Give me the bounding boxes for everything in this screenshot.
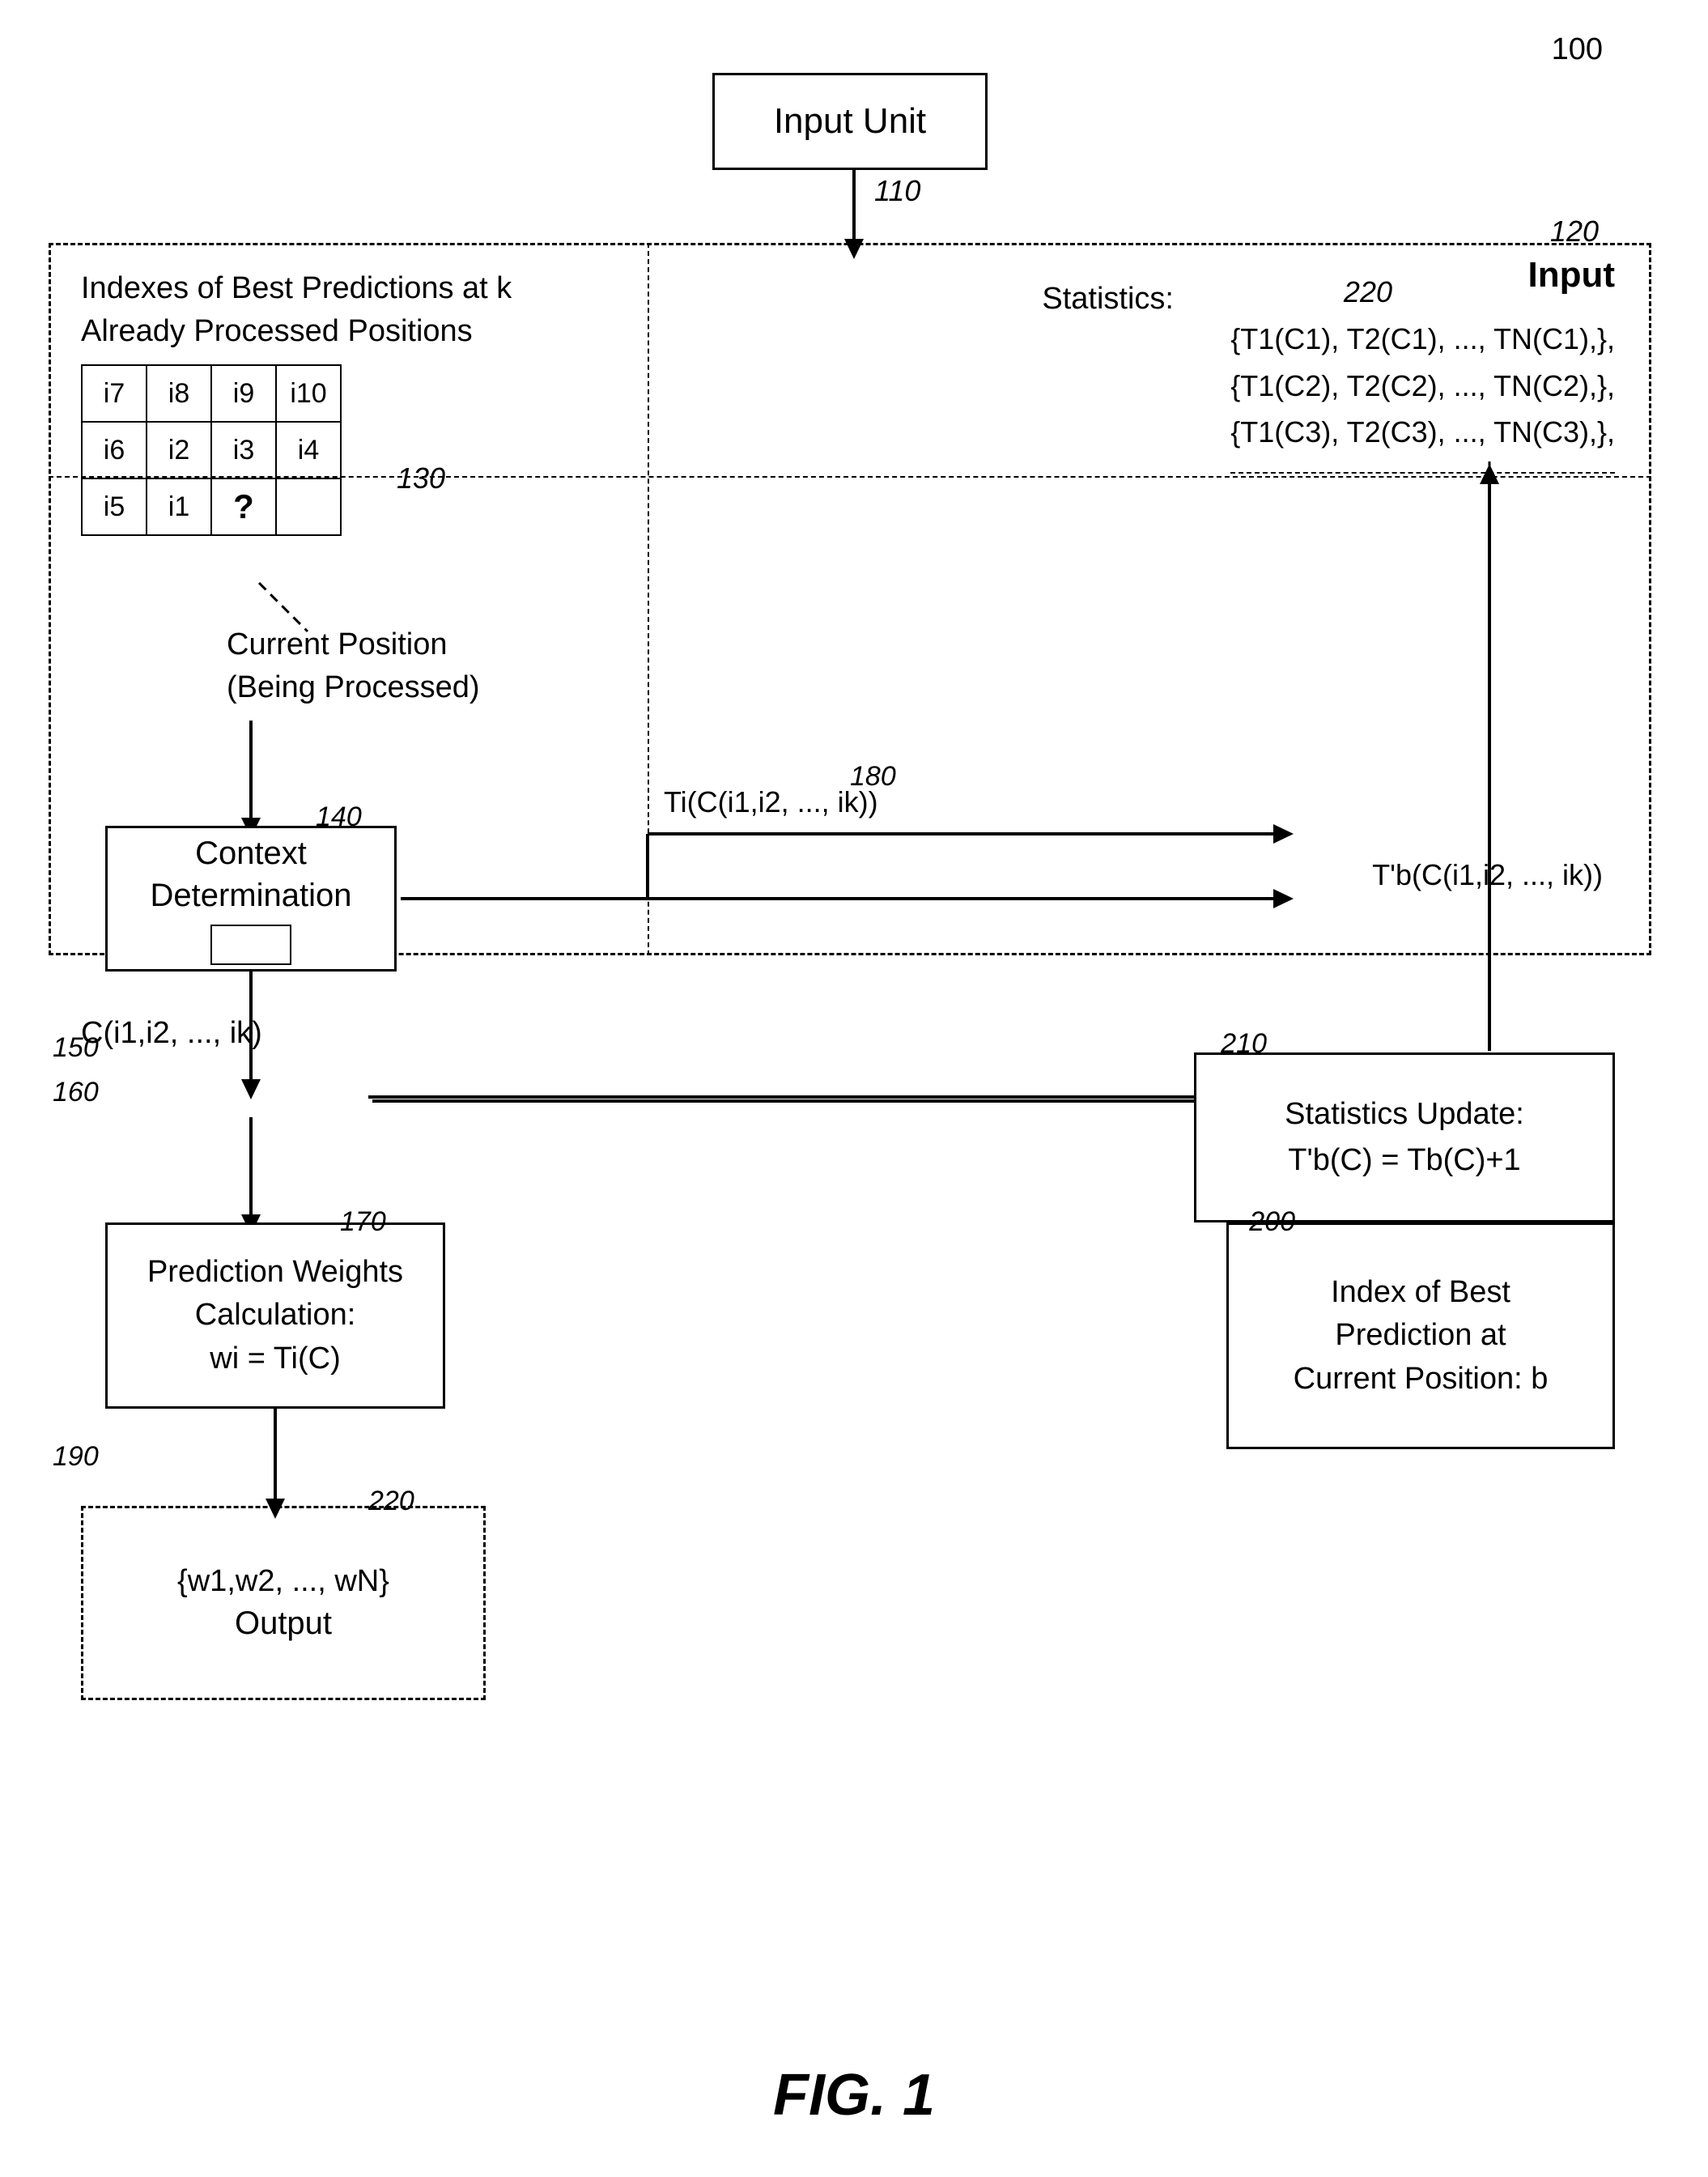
grid-table: i7 i8 i9 i10 i6 i2 i3 i4 i5 i1 ? bbox=[81, 364, 342, 536]
ref-160: 160 bbox=[53, 1077, 99, 1108]
indexes-line2: Already Processed Positions bbox=[81, 314, 473, 348]
ref-180: 180 bbox=[850, 761, 896, 793]
index-best-box: Index of Best Prediction at Current Posi… bbox=[1226, 1222, 1615, 1449]
indexes-line1: Indexes of Best Predictions at k bbox=[81, 271, 512, 305]
ref-220-top: 220 bbox=[1344, 275, 1392, 309]
grid-row: i5 i1 ? bbox=[82, 478, 341, 535]
fig-label: FIG. 1 bbox=[773, 2062, 935, 2128]
grid-cell: i6 bbox=[82, 422, 147, 478]
grid-cell: i4 bbox=[276, 422, 341, 478]
stats-label: Statistics: bbox=[1042, 282, 1174, 317]
ref-150: 150 bbox=[53, 1032, 99, 1064]
stats-update-line1: Statistics Update: bbox=[1285, 1091, 1524, 1137]
grid-row: i6 i2 i3 i4 bbox=[82, 422, 341, 478]
grid-cell: i3 bbox=[211, 422, 276, 478]
stats-line3: {T1(C3), T2(C3), ..., TN(C3),}, bbox=[1230, 409, 1615, 456]
ref-110: 110 bbox=[874, 174, 920, 208]
ref-130: 130 bbox=[397, 461, 445, 495]
input-unit-box: Input Unit bbox=[712, 73, 988, 170]
grid-cell: i8 bbox=[147, 365, 211, 422]
tb-label: T'b(C(i1,i2, ..., ik)) bbox=[1372, 858, 1603, 892]
index-best-line2: Prediction at bbox=[1335, 1314, 1506, 1357]
grid-container: i7 i8 i9 i10 i6 i2 i3 i4 i5 i1 ? bbox=[81, 364, 421, 591]
diagram: 100 Input Unit 110 120 Input Indexes of … bbox=[0, 0, 1708, 2177]
stats-update-box: Statistics Update: T'b(C) = Tb(C)+1 bbox=[1194, 1052, 1615, 1222]
grid-cell: i5 bbox=[82, 478, 147, 535]
current-pos-line2: (Being Processed) bbox=[227, 670, 480, 704]
output-label: Output bbox=[235, 1605, 332, 1642]
current-pos-label: Current Position (Being Processed) bbox=[227, 623, 480, 709]
stats-content: {T1(C1), T2(C1), ..., TN(C1),}, {T1(C2),… bbox=[1230, 316, 1615, 474]
grid-cell: i1 bbox=[147, 478, 211, 535]
ref-210: 210 bbox=[1221, 1028, 1267, 1060]
indexes-text: Indexes of Best Predictions at k Already… bbox=[81, 267, 512, 353]
ref-190: 190 bbox=[53, 1441, 99, 1473]
ref-220-bottom: 220 bbox=[368, 1486, 414, 1517]
grid-cell: i7 bbox=[82, 365, 147, 422]
stats-line2: {T1(C2), T2(C2), ..., TN(C2),}, bbox=[1230, 363, 1615, 410]
grid-cell: i10 bbox=[276, 365, 341, 422]
pred-weights-line2: Calculation: bbox=[195, 1294, 356, 1337]
ref-170: 170 bbox=[340, 1206, 386, 1238]
ti-label: Ti(C(i1,i2, ..., ik)) bbox=[664, 785, 878, 819]
ref-140: 140 bbox=[316, 801, 362, 833]
grid-row: i7 i8 i9 i10 bbox=[82, 365, 341, 422]
pred-weights-line3: wi = Ti(C) bbox=[210, 1337, 341, 1380]
current-pos-line1: Current Position bbox=[227, 627, 447, 661]
input-unit-label: Input Unit bbox=[774, 101, 926, 142]
pred-weights-box: Prediction Weights Calculation: wi = Ti(… bbox=[105, 1222, 445, 1409]
vert-divider bbox=[648, 243, 649, 955]
context-det-line2: Determination bbox=[150, 874, 351, 916]
ref-200: 200 bbox=[1249, 1206, 1295, 1238]
stats-update-line2: T'b(C) = Tb(C)+1 bbox=[1288, 1137, 1520, 1184]
grid-cell: i2 bbox=[147, 422, 211, 478]
grid-cell: i9 bbox=[211, 365, 276, 422]
index-best-line1: Index of Best bbox=[1331, 1271, 1510, 1314]
ref-100: 100 bbox=[1552, 32, 1603, 67]
stats-line1: {T1(C1), T2(C1), ..., TN(C1),}, bbox=[1230, 316, 1615, 363]
output-content: {w1,w2, ..., wN} bbox=[177, 1564, 389, 1599]
grid-cell: ? bbox=[211, 478, 276, 535]
context-det-inner-box bbox=[210, 925, 291, 965]
horiz-divider bbox=[49, 476, 1651, 478]
grid-cell bbox=[276, 478, 341, 535]
context-det-line1: Context bbox=[195, 832, 307, 874]
input-label: Input bbox=[1527, 255, 1615, 296]
output-dashed-box: {w1,w2, ..., wN} Output bbox=[81, 1506, 486, 1700]
c-output-label: C(i1,i2, ..., ik) bbox=[81, 1016, 262, 1051]
context-det-box: Context Determination bbox=[105, 826, 397, 972]
ref-120: 120 bbox=[1550, 215, 1599, 249]
index-best-line3: Current Position: b bbox=[1294, 1358, 1549, 1401]
pred-weights-line1: Prediction Weights bbox=[147, 1251, 403, 1294]
